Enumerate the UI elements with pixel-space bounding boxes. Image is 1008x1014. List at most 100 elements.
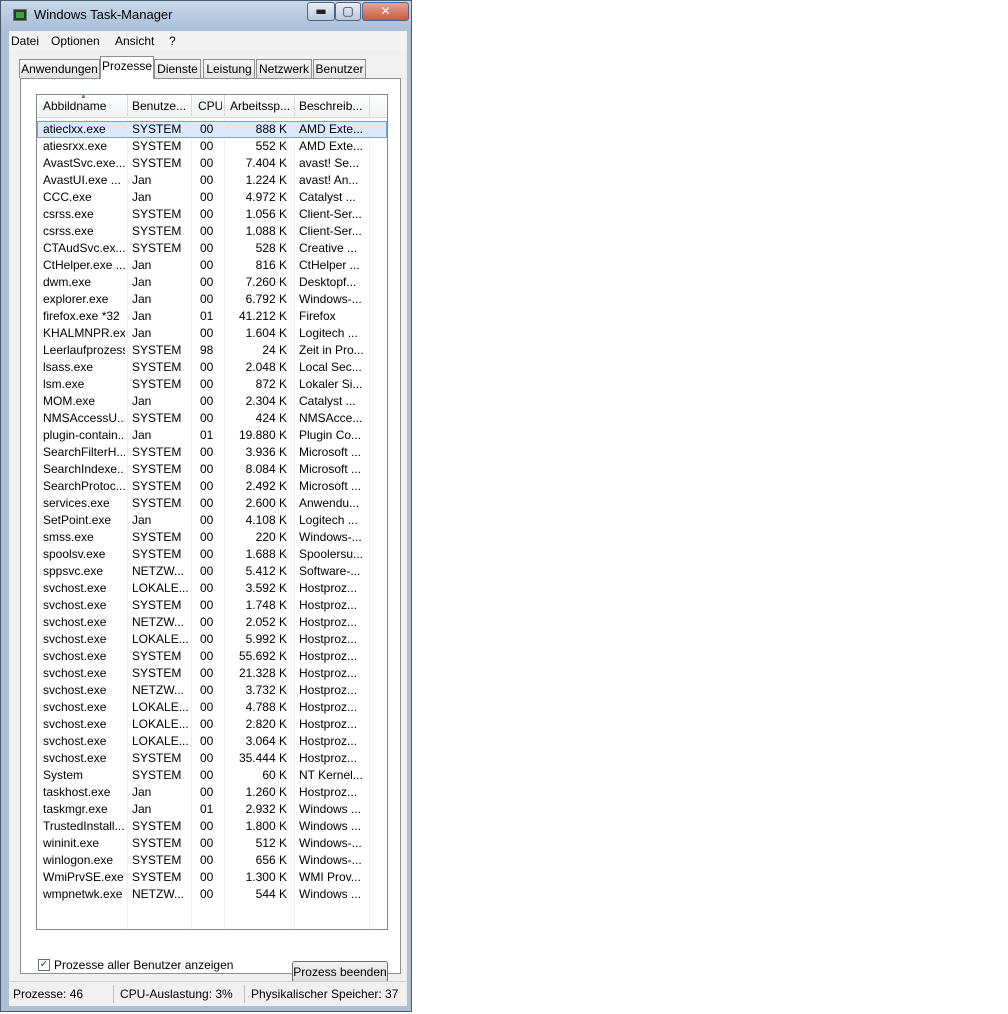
menu-help[interactable]: ? <box>169 34 176 48</box>
table-row[interactable]: csrss.exe SYSTEM 00 1.088 K Client-Ser... <box>37 223 387 240</box>
table-row[interactable]: spoolsv.exe SYSTEM 00 1.688 K Spoolersu... <box>37 546 387 563</box>
table-row[interactable]: winlogon.exe SYSTEM 00 656 K Windows-... <box>37 852 387 869</box>
column-divider[interactable] <box>191 95 192 117</box>
table-row[interactable]: TrustedInstall... SYSTEM 00 1.800 K Windows … <box>37 818 387 835</box>
table-row[interactable]: NMSAccessU.... SYSTEM 00 424 K NMSAcce... <box>37 410 387 427</box>
table-row[interactable]: svchost.exe LOKALE... 00 4.788 K Hostproz... <box>37 699 387 716</box>
column-divider[interactable] <box>369 95 370 117</box>
menu-ansicht[interactable]: Ansicht <box>115 34 154 48</box>
table-row[interactable]: lsass.exe SYSTEM 00 2.048 K Local Sec... <box>37 359 387 376</box>
process-cpu: 00 <box>200 377 214 391</box>
table-row[interactable]: firefox.exe *32 Jan 01 41.212 K Firefox <box>37 308 387 325</box>
end-process-button[interactable]: Prozess beenden <box>292 961 388 983</box>
process-cpu: 01 <box>200 428 214 442</box>
minimize-button[interactable]: ▬ <box>307 2 335 21</box>
tab-benutzer[interactable]: Benutzer <box>313 59 366 78</box>
status-bar: Prozesse: 46 CPU-Auslastung: 3% Physikal… <box>9 981 407 1006</box>
table-row[interactable]: csrss.exe SYSTEM 00 1.056 K Client-Ser... <box>37 206 387 223</box>
column-divider[interactable] <box>224 95 225 117</box>
process-description: AMD Exte... <box>299 139 364 153</box>
tab-dienste[interactable]: Dienste <box>154 59 201 78</box>
process-memory: 55.692 K <box>238 649 287 663</box>
process-image-name: SearchIndexe... <box>43 462 125 476</box>
process-cpu: 01 <box>200 802 214 816</box>
process-image-name: Leerlaufprozess <box>43 343 125 357</box>
process-image-name: firefox.exe *32 <box>43 309 120 323</box>
tab-netzwerk[interactable]: Netzwerk <box>256 59 312 78</box>
table-row[interactable]: System SYSTEM 00 60 K NT Kernel... <box>37 767 387 784</box>
process-image-name: svchost.exe <box>43 632 107 646</box>
table-row[interactable]: svchost.exe NETZW... 00 2.052 K Hostproz... <box>37 614 387 631</box>
table-row[interactable]: KHALMNPR.exe Jan 00 1.604 K Logitech ... <box>37 325 387 342</box>
table-row[interactable]: atiesrxx.exe SYSTEM 00 552 K AMD Exte... <box>37 138 387 155</box>
table-row[interactable]: taskhost.exe Jan 00 1.260 K Hostproz... <box>37 784 387 801</box>
table-row[interactable]: dwm.exe Jan 00 7.260 K Desktopf... <box>37 274 387 291</box>
process-user: NETZW... <box>132 683 184 697</box>
table-row[interactable]: AvastUI.exe ... Jan 00 1.224 K avast! An... <box>37 172 387 189</box>
column-divider[interactable] <box>127 95 128 117</box>
table-row[interactable]: svchost.exe SYSTEM 00 55.692 K Hostproz... <box>37 648 387 665</box>
process-description: Hostproz... <box>299 632 358 646</box>
table-row[interactable]: SearchFilterH... SYSTEM 00 3.936 K Microsoft… <box>37 444 387 461</box>
table-row[interactable]: AvastSvc.exe... SYSTEM 00 7.404 K avast! Se.… <box>37 155 387 172</box>
process-cpu: 00 <box>200 224 214 238</box>
table-row[interactable]: svchost.exe LOKALE... 00 3.064 K Hostproz... <box>37 733 387 750</box>
table-row[interactable]: SetPoint.exe Jan 00 4.108 K Logitech ... <box>37 512 387 529</box>
tab-anwendungen[interactable]: Anwendungen <box>19 59 100 78</box>
table-row[interactable]: Leerlaufprozess SYSTEM 98 24 K Zeit in Pro..… <box>37 342 387 359</box>
show-all-users-label[interactable]: Prozesse aller Benutzer anzeigen <box>54 958 233 972</box>
menu-datei[interactable]: Datei <box>11 34 39 48</box>
process-list[interactable]: ▲ Abbildname Benutze... CPU Arbeitssp...… <box>36 94 388 930</box>
table-row[interactable]: svchost.exe LOKALE... 00 5.992 K Hostproz... <box>37 631 387 648</box>
table-row[interactable]: wmpnetwk.exe NETZW... 00 544 K Windows ... <box>37 886 387 903</box>
table-row[interactable]: sppsvc.exe NETZW... 00 5.412 K Software-... <box>37 563 387 580</box>
process-user: Jan <box>132 326 152 340</box>
table-row[interactable]: taskmgr.exe Jan 01 2.932 K Windows ... <box>37 801 387 818</box>
process-memory: 8.084 K <box>245 462 287 476</box>
table-row[interactable]: smss.exe SYSTEM 00 220 K Windows-... <box>37 529 387 546</box>
process-description: NT Kernel... <box>299 768 363 782</box>
table-row[interactable]: svchost.exe SYSTEM 00 1.748 K Hostproz... <box>37 597 387 614</box>
process-memory: 3.592 K <box>245 581 287 595</box>
table-row[interactable]: explorer.exe Jan 00 6.792 K Windows-... <box>37 291 387 308</box>
process-cpu: 00 <box>200 190 214 204</box>
column-header-memory[interactable]: Arbeitssp... <box>230 99 292 113</box>
table-row[interactable]: atieclxx.exe SYSTEM 00 888 K AMD Exte... <box>37 121 387 138</box>
column-header-user[interactable]: Benutze... <box>132 99 190 113</box>
tab-prozesse[interactable]: Prozesse <box>100 56 154 79</box>
table-row[interactable]: svchost.exe NETZW... 00 3.732 K Hostproz... <box>37 682 387 699</box>
table-row[interactable]: lsm.exe SYSTEM 00 872 K Lokaler Si... <box>37 376 387 393</box>
table-row[interactable]: CCC.exe Jan 00 4.972 K Catalyst ... <box>37 189 387 206</box>
show-all-users-checkbox[interactable]: ✓ <box>38 959 50 971</box>
maximize-button[interactable]: ▢ <box>335 2 361 21</box>
process-description: Lokaler Si... <box>299 377 363 391</box>
table-row[interactable]: SearchProtoc... SYSTEM 00 2.492 K Microsoft … <box>37 478 387 495</box>
table-row[interactable]: MOM.exe Jan 00 2.304 K Catalyst ... <box>37 393 387 410</box>
table-row[interactable]: plugin-contain... Jan 01 19.880 K Plugin Co.… <box>37 427 387 444</box>
table-row[interactable]: svchost.exe LOKALE... 00 2.820 K Hostproz... <box>37 716 387 733</box>
table-row[interactable]: SearchIndexe... SYSTEM 00 8.084 K Microsoft … <box>37 461 387 478</box>
table-row[interactable]: WmiPrvSE.exe SYSTEM 00 1.300 K WMI Prov... <box>37 869 387 886</box>
process-user: Jan <box>132 309 152 323</box>
column-header-description[interactable]: Beschreib... <box>299 99 365 113</box>
tab-leistung[interactable]: Leistung <box>203 59 255 78</box>
column-header-cpu[interactable]: CPU <box>198 99 222 113</box>
column-divider[interactable] <box>294 95 295 117</box>
table-row[interactable]: wininit.exe SYSTEM 00 512 K Windows-... <box>37 835 387 852</box>
table-row[interactable]: svchost.exe SYSTEM 00 35.444 K Hostproz... <box>37 750 387 767</box>
list-header: ▲ Abbildname Benutze... CPU Arbeitssp...… <box>37 95 387 118</box>
close-button[interactable]: ✕ <box>362 2 409 21</box>
table-row[interactable]: CTAudSvc.ex... SYSTEM 00 528 K Creative ... <box>37 240 387 257</box>
title-bar[interactable]: Windows Task-Manager ▬ ▢ ✕ <box>1 1 411 31</box>
column-header-image-name[interactable]: Abbildname <box>43 99 125 113</box>
table-row[interactable]: svchost.exe SYSTEM 00 21.328 K Hostproz... <box>37 665 387 682</box>
process-memory: 7.404 K <box>245 156 287 170</box>
process-memory: 6.792 K <box>245 292 287 306</box>
table-row[interactable]: services.exe SYSTEM 00 2.600 K Anwendu... <box>37 495 387 512</box>
menu-bar: Datei Optionen Ansicht ? <box>9 31 407 51</box>
table-row[interactable]: svchost.exe LOKALE... 00 3.592 K Hostproz... <box>37 580 387 597</box>
table-row[interactable]: CtHelper.exe ... Jan 00 816 K CtHelper ... <box>37 257 387 274</box>
menu-optionen[interactable]: Optionen <box>51 34 100 48</box>
process-cpu: 00 <box>200 411 214 425</box>
process-cpu: 00 <box>200 258 214 272</box>
